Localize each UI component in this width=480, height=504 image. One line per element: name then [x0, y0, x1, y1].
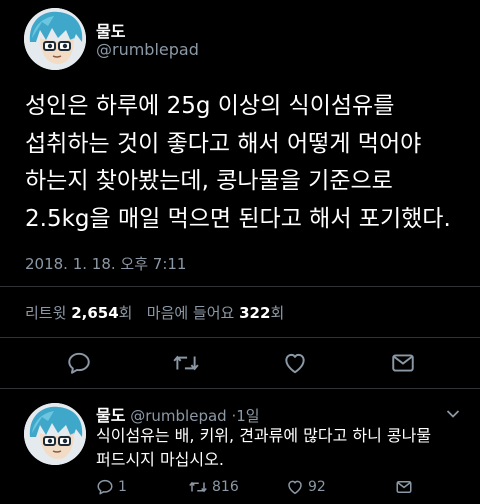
- envelope-icon: [396, 481, 412, 493]
- likes-label[interactable]: 마음에 들어요: [147, 304, 235, 322]
- tweet-timestamp[interactable]: 2018. 1. 18. 오후 7:11: [25, 253, 186, 274]
- reply-like-count: 92: [308, 479, 326, 495]
- direct-message-button[interactable]: [390, 350, 416, 380]
- retweets-unit: 회: [118, 304, 133, 322]
- reply-age[interactable]: 1일: [236, 407, 259, 425]
- reply-author-name[interactable]: 물도: [96, 406, 125, 425]
- retweets-count[interactable]: 2,654: [71, 304, 118, 322]
- reply-retweet-count: 816: [212, 479, 239, 495]
- tweet-line: 섭취하는 것이 좋다고 해서 어떻게 먹어야: [25, 130, 422, 157]
- avatar-illustration: [24, 8, 86, 70]
- reply-retweet-button[interactable]: 816: [188, 478, 239, 496]
- more-options-button[interactable]: [446, 404, 460, 423]
- likes-unit: 회: [270, 304, 285, 322]
- reply-body: 식이섬유는 배, 키위, 견과류에 많다고 하니 콩나물 퍼드시지 마십시오.: [96, 424, 431, 472]
- reply-author-handle[interactable]: @rumblepad: [130, 407, 226, 425]
- reply-button[interactable]: [66, 350, 92, 380]
- retweets-label[interactable]: 리트윗: [25, 304, 66, 322]
- divider: [0, 388, 480, 389]
- divider: [0, 337, 480, 338]
- retweet-button[interactable]: [172, 350, 200, 380]
- envelope-icon: [392, 354, 414, 372]
- reply-like-button[interactable]: 92: [286, 478, 326, 496]
- like-button[interactable]: [282, 350, 308, 380]
- tweet-body: 성인은 하루에 25g 이상의 식이섬유를 섭취하는 것이 좋다고 해서 어떻게…: [25, 88, 451, 238]
- speech-bubble-icon: [68, 352, 90, 374]
- heart-icon: [288, 480, 302, 495]
- tweet-line: 성인은 하루에 25g 이상의 식이섬유를: [25, 93, 395, 119]
- likes-count[interactable]: 322: [239, 304, 270, 322]
- author-name[interactable]: 물도: [96, 18, 125, 42]
- reply-author-avatar[interactable]: [24, 403, 86, 465]
- reply-reply-button[interactable]: 1: [96, 478, 127, 496]
- tweet-line: 하는지 찾아봤는데, 콩나물을 기준으로: [25, 168, 393, 194]
- retweet-arrows-icon: [189, 481, 207, 493]
- reply-dm-button[interactable]: [395, 478, 413, 500]
- chevron-down-icon: [446, 410, 460, 418]
- reply-line: 식이섬유는 배, 키위, 견과류에 많다고 하니 콩나물: [96, 426, 432, 445]
- tweet-line: 2.5kg을 매일 먹으면 된다고 해서 포기했다.: [25, 205, 451, 232]
- divider: [0, 286, 480, 287]
- author-avatar[interactable]: [24, 8, 86, 70]
- heart-icon: [285, 353, 305, 374]
- retweet-arrows-icon: [173, 355, 199, 371]
- avatar-illustration: [24, 403, 86, 465]
- reply-count: 1: [118, 479, 127, 495]
- author-handle[interactable]: @rumblepad: [96, 40, 199, 59]
- speech-bubble-icon: [97, 479, 113, 495]
- reply-header: 물도 @rumblepad ·1일: [96, 402, 260, 426]
- engagement-stats: 리트윗 2,654회 마음에 들어요 322회: [25, 302, 284, 323]
- reply-line: 퍼드시지 마십시오.: [96, 450, 224, 469]
